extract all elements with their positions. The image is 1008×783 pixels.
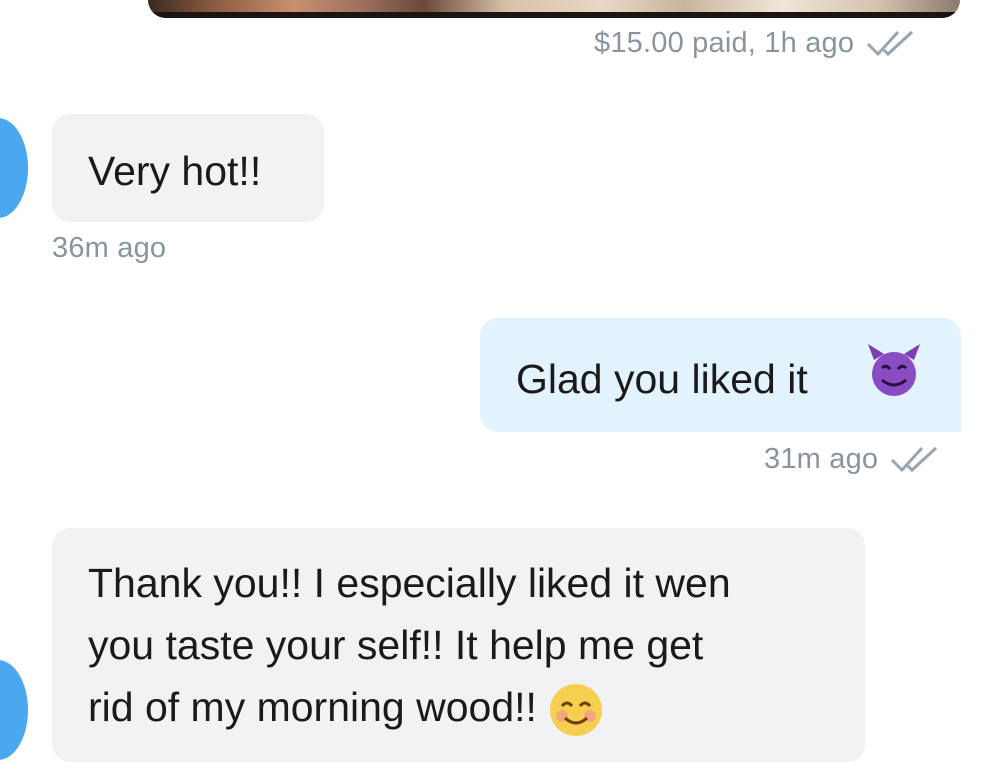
smiling-imp-icon: [868, 344, 920, 396]
blush-smile-icon: [550, 684, 603, 737]
sender-avatar[interactable]: [0, 118, 28, 218]
message-text: Thank you!! I especially liked it wen yo…: [88, 552, 731, 738]
double-check-icon: [891, 446, 938, 473]
message-line: you taste your self!! It help me get: [88, 622, 704, 668]
incoming-message-bubble: Very hot!!: [52, 114, 324, 222]
double-check-icon: [867, 30, 914, 57]
message-timestamp: 31m ago: [764, 442, 879, 475]
message-line: Thank you!! I especially liked it wen: [88, 560, 731, 606]
message-text: Very hot!!: [88, 148, 262, 194]
outgoing-message-meta: 31m ago: [764, 442, 944, 476]
message-timestamp: 36m ago: [52, 232, 167, 264]
incoming-message-bubble: Thank you!! I especially liked it wen yo…: [52, 528, 865, 762]
paid-message-status: $15.00 paid, 1h ago: [594, 26, 855, 59]
paid-media-preview[interactable]: [148, 0, 960, 18]
message-line-with-emoji: rid of my morning wood!!: [88, 676, 731, 738]
sender-avatar[interactable]: [0, 660, 28, 760]
outgoing-message-bubble: Glad you liked it: [480, 318, 961, 432]
message-line: rid of my morning wood!!: [88, 684, 537, 730]
message-text: Glad you liked it: [516, 356, 808, 402]
paid-message-meta: $15.00 paid, 1h ago: [594, 26, 920, 60]
